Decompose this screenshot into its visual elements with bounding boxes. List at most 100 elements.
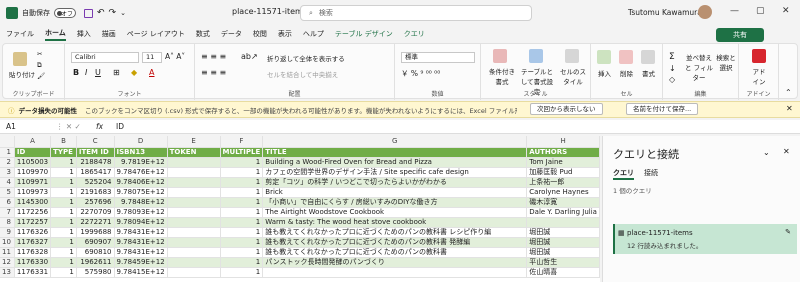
fill-icon[interactable]: ↓ [669, 64, 676, 73]
table-cell[interactable]: 1176331 [14, 267, 52, 278]
align-left-icon[interactable]: ≡ ≡ ≡ [201, 68, 226, 77]
share-button[interactable]: 共有 [716, 28, 764, 42]
table-cell[interactable]: 1 [50, 217, 77, 228]
table-header-cell[interactable]: ITEM ID [76, 147, 115, 158]
cell-styles-button[interactable]: セルのスタイル [559, 66, 587, 86]
redo-icon[interactable]: ↷ [109, 8, 117, 18]
tab-formulas[interactable]: 数式 [196, 29, 210, 39]
minimize-icon[interactable]: — [730, 6, 739, 16]
table-header-cell[interactable]: TYPE [50, 147, 77, 158]
table-cell[interactable] [167, 217, 221, 228]
table-cell[interactable]: 磯木淳寛 [526, 197, 600, 208]
table-cell[interactable]: 2188478 [76, 157, 115, 168]
table-cell[interactable]: 9.78431E+12 [114, 247, 168, 258]
customize-qat-icon[interactable]: ⌄ [120, 9, 126, 17]
italic-icon[interactable]: I [85, 68, 87, 77]
column-header[interactable]: A [14, 136, 52, 148]
table-cell[interactable]: 1172257 [14, 217, 52, 228]
table-header-cell[interactable]: ID [14, 147, 52, 158]
table-cell[interactable]: 1 [50, 177, 77, 188]
insert-cells-icon[interactable] [597, 50, 611, 64]
formula-input[interactable]: ID [116, 122, 124, 131]
column-header[interactable]: G [262, 136, 528, 148]
undo-icon[interactable]: ↶ [97, 8, 105, 18]
table-cell[interactable]: 1 [50, 187, 77, 198]
orientation-icon[interactable]: ab↗ [241, 52, 258, 61]
table-cell[interactable]: 平山哲生 [526, 257, 600, 268]
table-cell[interactable]: 1 [220, 177, 264, 188]
tab-queries[interactable]: クエリ [613, 168, 634, 180]
fill-color-icon[interactable]: ◆ [131, 68, 137, 77]
insert-cells-button[interactable]: 挿入 [598, 68, 611, 78]
table-cell[interactable]: 1176327 [14, 237, 52, 248]
table-cell[interactable] [167, 257, 221, 268]
paste-icon[interactable] [13, 52, 27, 66]
formula-options-icon[interactable]: ⋮ ✕ ✓ [56, 122, 96, 131]
table-cell[interactable]: 1 [220, 247, 264, 258]
table-cell[interactable]: 1105003 [14, 157, 52, 168]
row-number[interactable]: 3 [0, 167, 15, 178]
fx-label[interactable]: fx [96, 122, 116, 131]
close-infobar-icon[interactable]: ✕ [786, 104, 793, 113]
table-header-cell[interactable]: AUTHORS [526, 147, 600, 158]
addins-icon[interactable] [752, 49, 766, 63]
tab-connections[interactable]: 接続 [644, 168, 658, 180]
table-cell[interactable]: 1 [220, 157, 264, 168]
table-cell[interactable]: 堀田誠 [526, 247, 600, 258]
tab-review[interactable]: 校閲 [253, 29, 267, 39]
table-cell[interactable]: The Airtight Woodstove Cookbook [262, 207, 528, 218]
table-cell[interactable]: 誰も教えてくれなかったプロに近づくためのパンの教科書 発酵編 [262, 237, 528, 248]
table-cell[interactable] [167, 167, 221, 178]
table-cell[interactable]: Brick [262, 187, 528, 198]
table-header-cell[interactable]: TOKEN [167, 147, 221, 158]
tab-data[interactable]: データ [221, 29, 242, 39]
table-cell[interactable] [167, 207, 221, 218]
column-header[interactable]: F [220, 136, 264, 148]
table-cell[interactable]: 1176326 [14, 227, 52, 238]
border-icon[interactable]: ⊞ [113, 68, 120, 77]
name-box[interactable]: A1 [0, 122, 56, 131]
row-number[interactable]: 1 [0, 147, 15, 158]
table-cell[interactable]: Warm & tasty: The wood heat stove cookbo… [262, 217, 528, 228]
find-select-button[interactable]: 検索と選択 [715, 52, 737, 72]
table-cell[interactable]: 1 [50, 207, 77, 218]
column-header[interactable]: B [50, 136, 77, 148]
table-cell[interactable] [167, 157, 221, 168]
table-cell[interactable]: 1 [50, 157, 77, 168]
table-cell[interactable] [526, 217, 600, 228]
table-cell[interactable]: 1109970 [14, 167, 52, 178]
table-cell[interactable] [167, 177, 221, 188]
table-cell[interactable]: 1 [50, 237, 77, 248]
row-number[interactable]: 12 [0, 257, 15, 268]
tab-page-layout[interactable]: ページ レイアウト [127, 29, 185, 39]
tab-draw[interactable]: 描画 [102, 29, 116, 39]
table-cell[interactable]: 1 [220, 207, 264, 218]
table-cell[interactable]: Dale Y. Darling Julia [526, 207, 600, 218]
pane-close-icon[interactable]: ✕ [783, 147, 790, 156]
table-cell[interactable]: 加藤匡毅 Pud [526, 167, 600, 178]
table-cell[interactable]: 1 [220, 227, 264, 238]
maximize-icon[interactable]: ▢ [756, 6, 765, 16]
format-cells-icon[interactable] [641, 50, 655, 64]
tab-help[interactable]: ヘルプ [303, 29, 324, 39]
table-cell[interactable] [167, 197, 221, 208]
delete-cells-button[interactable]: 削除 [620, 68, 633, 78]
edit-query-icon[interactable]: ✎ [785, 228, 791, 236]
table-cell[interactable]: Carolyne Haynes [526, 187, 600, 198]
copy-icon[interactable]: ⧉ [37, 61, 42, 70]
table-cell[interactable]: 9.78476E+12 [114, 167, 168, 178]
table-cell[interactable]: 1 [220, 167, 264, 178]
table-cell[interactable]: Building a Wood-Fired Oven for Bread and… [262, 157, 528, 168]
table-cell[interactable]: 9.78431E+12 [114, 237, 168, 248]
table-cell[interactable]: 1962611 [76, 257, 115, 268]
search-box[interactable]: ⌕ 検索 [300, 5, 532, 21]
row-number[interactable]: 4 [0, 177, 15, 188]
table-header-cell[interactable]: ISBN13 [114, 147, 168, 158]
table-cell[interactable]: 9.78075E+12 [114, 187, 168, 198]
table-cell[interactable]: 9.78406E+12 [114, 177, 168, 188]
table-cell[interactable]: 1 [50, 247, 77, 258]
dont-show-again-button[interactable]: 次回から表示しない [530, 103, 603, 115]
table-cell[interactable]: 1 [50, 227, 77, 238]
avatar[interactable] [698, 5, 712, 19]
addins-button[interactable]: アド イン [749, 66, 769, 86]
